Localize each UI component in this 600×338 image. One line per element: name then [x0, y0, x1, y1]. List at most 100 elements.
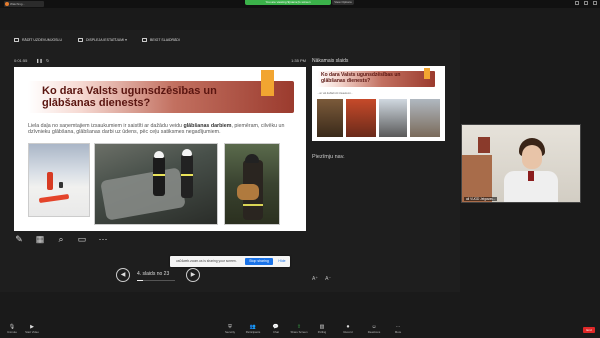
hide-button[interactable]: Hide: [277, 258, 287, 265]
start-video-button[interactable]: ▶ Start Video: [20, 324, 44, 334]
elapsed-timer: 0:01:55: [14, 58, 28, 63]
meeting-toolbar: 🎙 Unmute ▶ Start Video ⛨ Security 👥 Part…: [0, 322, 600, 338]
presenter-toolbar: RĀDĪT UZDEVUMJOSLU DISPLEJA IESTATĪJUMI …: [0, 30, 460, 52]
font-size-controls: A⁺ A⁻: [312, 276, 337, 282]
speaker-notes: Piezīmju nav.: [312, 154, 345, 160]
polling-label: Polling: [317, 330, 327, 334]
clock: 1:35 PM: [291, 58, 306, 63]
slide-body-start: Liela daļa no saņemtajiem izsaukumiem ir…: [28, 123, 184, 129]
more-label: More: [394, 330, 402, 334]
helmet: [245, 154, 259, 163]
slide-progress: [137, 280, 175, 281]
stop-sharing-button[interactable]: Stop sharing: [245, 258, 273, 265]
browser-tab[interactable]: Watching...: [4, 1, 44, 7]
presenter-tools: ✎ ▦ ⌕ ▭ ⋯: [14, 234, 114, 246]
next-photo-1: [317, 99, 343, 137]
record-label: Record: [343, 330, 353, 334]
video-cabinet: [462, 155, 492, 202]
slide-body: Liela daļa no saņemtajiem izsaukumiem ir…: [28, 123, 296, 136]
crashed-car: [100, 167, 186, 221]
polling-button[interactable]: ▥ Polling: [310, 324, 334, 334]
next-photo-2: [346, 99, 376, 137]
participants-label: Participants: [245, 330, 261, 334]
display-icon: [78, 38, 83, 42]
next-slide-preview[interactable]: Ko dara Valsts ugunsdzēsības un glābšana…: [312, 66, 445, 141]
previous-slide-button[interactable]: ◀: [116, 268, 130, 282]
end-meeting-button[interactable]: End: [583, 327, 595, 333]
participant-name: all VUGD Jelgavas...: [464, 197, 498, 201]
end-slideshow-button[interactable]: BEIGT SLAIDRĀDI: [142, 38, 180, 42]
share-screen-button[interactable]: ⇧ Share Screen: [287, 324, 311, 334]
end-slideshow-icon: [142, 38, 147, 42]
pen-icon[interactable]: ✎: [14, 234, 24, 244]
close-icon[interactable]: [593, 1, 597, 5]
firefighter-2: [181, 154, 193, 198]
slide-body-bold: glābšanas darbiem: [183, 123, 232, 129]
screen: Watching... You are viewing ${name}'s sc…: [0, 0, 600, 338]
pause-icon[interactable]: ❚❚: [36, 58, 43, 63]
helmet-1: [154, 151, 164, 158]
maximize-icon[interactable]: [584, 1, 588, 5]
helmet-2: [182, 149, 192, 156]
reactions-label: Reactions: [367, 330, 381, 334]
video-wall-frame: [478, 137, 490, 153]
participants-button[interactable]: 👥 Participants: [241, 324, 265, 334]
dog: [237, 184, 259, 200]
minimize-icon[interactable]: [575, 1, 579, 5]
black-screen-icon[interactable]: ▭: [77, 234, 87, 244]
next-slide-title: Ko dara Valsts ugunsdzēsības un glābšana…: [321, 72, 401, 84]
reactions-button[interactable]: ☺ Reactions: [362, 324, 386, 334]
chat-button[interactable]: 💬 Chat: [264, 324, 288, 334]
next-slide-label: Nākamais slaids: [312, 58, 349, 64]
show-taskbar-button[interactable]: RĀDĪT UZDEVUMJOSLU: [14, 38, 62, 42]
chat-label: Chat: [273, 330, 279, 334]
slide-counter: 4. slaids no 23: [137, 271, 170, 277]
security-button[interactable]: ⛨ Security: [218, 324, 242, 334]
rescuer-figure: [47, 172, 53, 190]
start-video-label: Start Video: [25, 330, 39, 334]
display-settings-label: DISPLEJA IESTATĪJUMI ▾: [86, 38, 127, 42]
participant-tie: [528, 171, 534, 181]
reflective-stripe: [181, 174, 193, 176]
security-label: Security: [224, 330, 236, 334]
share-banner: You are viewing ${name}'s screen: [245, 0, 331, 5]
screen-share-notice: us04web.zoom.us is sharing your screen. …: [170, 256, 290, 267]
photo-snow-rescue: [28, 143, 90, 217]
timer-row: 0:01:55 ❚❚ ↻ 1:35 PM: [14, 57, 306, 65]
more-button[interactable]: ⋯ More: [386, 324, 410, 334]
share-notice-text: us04web.zoom.us is sharing your screen.: [176, 259, 237, 263]
next-slide-orange-accent: [424, 68, 430, 79]
photo-car-accident: [94, 143, 218, 225]
show-taskbar-label: RĀDĪT UZDEVUMJOSLU: [22, 38, 62, 42]
display-settings-button[interactable]: DISPLEJA IESTATĪJUMI ▾: [78, 38, 127, 42]
reset-icon[interactable]: ↻: [46, 58, 49, 63]
view-options-button[interactable]: View Options: [332, 0, 354, 5]
next-photo-3: [379, 99, 407, 137]
more-options-icon[interactable]: ⋯: [98, 234, 108, 244]
participant-video[interactable]: all VUGD Jelgavas...: [461, 124, 581, 203]
share-screen-label: Share Screen: [290, 330, 308, 334]
next-slide-button[interactable]: ▶: [186, 268, 200, 282]
slide-orange-accent: [261, 70, 274, 96]
next-photo-4: [410, 99, 440, 137]
person-figure: [59, 182, 63, 188]
photo-dog-rescue: [224, 143, 280, 225]
firefighter-1: [153, 156, 165, 196]
current-slide: Ko dara Valsts ugunsdzēsības un glābšana…: [14, 67, 306, 231]
slide-title: Ko dara Valsts ugunsdzēsības un glābšana…: [42, 85, 217, 109]
slide-progress-fill: [137, 280, 143, 281]
taskbar-icon: [14, 38, 19, 42]
end-slideshow-label: BEIGT SLAIDRĀDI: [150, 38, 180, 42]
next-slide-subtitle: ...un vēl dažādi citi izsaukumi...: [317, 92, 353, 95]
top-bar: Watching... You are viewing ${name}'s sc…: [0, 0, 600, 8]
rescue-sled: [38, 193, 70, 204]
participant-face: [522, 145, 542, 169]
reflective-stripe: [243, 204, 263, 206]
record-button[interactable]: ⏺ Record: [336, 324, 360, 334]
browser-tab-label: Watching...: [10, 2, 25, 6]
zoom-icon[interactable]: ⌕: [56, 234, 66, 244]
reflective-stripe: [153, 174, 165, 176]
decrease-font-icon[interactable]: A⁻: [325, 276, 331, 282]
see-all-slides-icon[interactable]: ▦: [35, 234, 45, 244]
increase-font-icon[interactable]: A⁺: [312, 276, 318, 282]
